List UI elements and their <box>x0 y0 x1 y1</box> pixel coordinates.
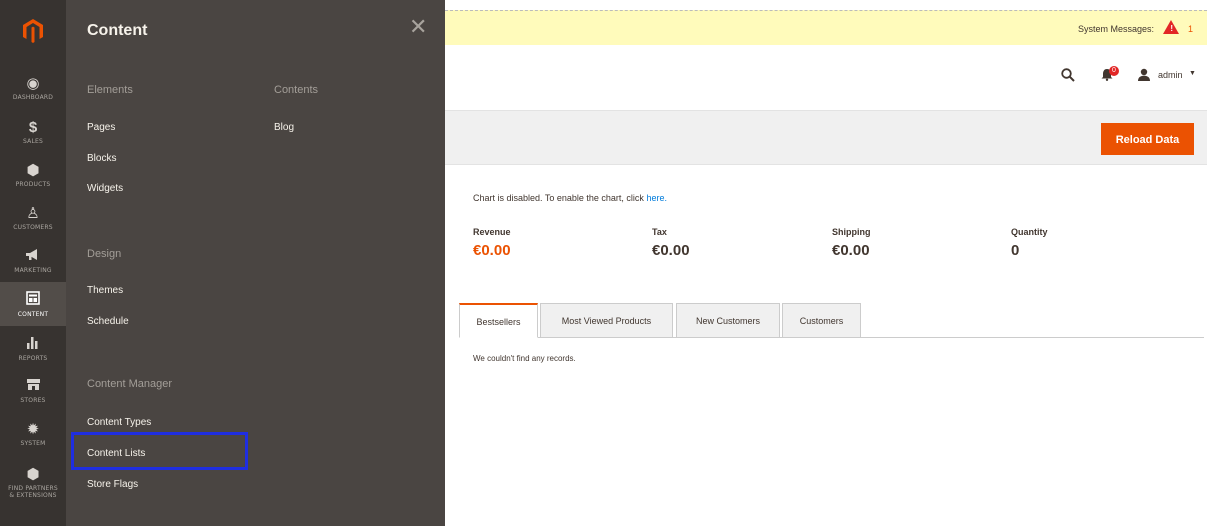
menu-link-content-types[interactable]: Content Types <box>87 417 151 428</box>
tab-customers[interactable]: Customers <box>782 303 861 338</box>
flyout-title: Content <box>87 22 148 39</box>
menu-link-widgets[interactable]: Widgets <box>87 183 123 194</box>
dollar-icon: $ <box>28 118 38 136</box>
person-icon: ♙ <box>26 204 40 222</box>
stat-value-quantity: 0 <box>1011 242 1020 259</box>
chart-note-text: Chart is disabled. To enable the chart, … <box>473 193 644 203</box>
rail-item-stores[interactable]: STORES <box>0 369 66 413</box>
stat-label-revenue: Revenue <box>473 227 511 237</box>
section-title-elements: Elements <box>87 84 133 96</box>
rail-item-label: CUSTOMERS <box>13 223 53 231</box>
system-messages-bar: System Messages: ! 1 <box>445 10 1207 45</box>
user-icon[interactable] <box>1137 68 1151 86</box>
store-icon <box>26 378 41 394</box>
content-lists-highlight <box>71 432 248 470</box>
gear-icon: ✹ <box>26 420 40 438</box>
menu-link-themes[interactable]: Themes <box>87 285 123 296</box>
rail-item-content[interactable]: CONTENT <box>0 282 66 326</box>
rail-item-sales[interactable]: $ SALES <box>0 110 66 154</box>
system-messages-label[interactable]: System Messages: <box>1078 24 1154 34</box>
menu-link-pages[interactable]: Pages <box>87 122 115 133</box>
rail-item-label: FIND PARTNERS & EXTENSIONS <box>8 485 58 499</box>
menu-link-blog[interactable]: Blog <box>274 122 294 133</box>
stat-label-quantity: Quantity <box>1011 227 1048 237</box>
rail-item-find-partners[interactable]: ⬢ FIND PARTNERS & EXTENSIONS <box>0 458 66 508</box>
stat-label-tax: Tax <box>652 227 667 237</box>
menu-link-schedule[interactable]: Schedule <box>87 316 129 327</box>
rail-item-label: DASHBOARD <box>12 93 54 101</box>
partners-icon: ⬢ <box>26 466 40 483</box>
enable-chart-link[interactable]: here. <box>646 193 667 203</box>
stat-value-tax: €0.00 <box>652 242 690 259</box>
rail-item-label: MARKETING <box>14 267 52 274</box>
dashboard-icon: ◉ <box>26 74 40 92</box>
section-title-contents: Contents <box>274 84 319 96</box>
page-actions-bar <box>445 110 1207 165</box>
menu-link-store-flags[interactable]: Store Flags <box>87 479 138 490</box>
section-title-content-manager: Content Manager <box>87 378 172 390</box>
section-title-design: Design <box>87 248 122 260</box>
chevron-down-icon[interactable]: ▼ <box>1189 70 1196 77</box>
bar-chart-icon <box>26 335 40 352</box>
admin-user-label[interactable]: admin <box>1158 70 1183 80</box>
megaphone-icon <box>25 248 41 264</box>
rail-item-label: SYSTEM <box>20 439 46 447</box>
tab-new-customers[interactable]: New Customers <box>676 303 780 338</box>
stat-value-revenue: €0.00 <box>473 242 511 259</box>
tab-most-viewed-products[interactable]: Most Viewed Products <box>540 303 673 338</box>
rail-item-label: SALES <box>23 137 43 145</box>
rail-item-label: REPORTS <box>18 354 48 362</box>
tab-bestsellers[interactable]: Bestsellers <box>459 303 538 338</box>
stat-label-shipping: Shipping <box>832 227 871 237</box>
magento-logo-icon[interactable] <box>0 0 66 62</box>
cube-icon: ⬢ <box>26 161 40 179</box>
rail-item-label: CONTENT <box>17 310 49 318</box>
system-messages-count[interactable]: 1 <box>1188 24 1193 34</box>
rail-item-system[interactable]: ✹ SYSTEM <box>0 412 66 456</box>
search-icon[interactable] <box>1061 68 1075 87</box>
rail-item-reports[interactable]: REPORTS <box>0 326 66 370</box>
close-icon[interactable]: ✕ <box>409 16 427 38</box>
admin-menu-rail: ◉ DASHBOARD $ SALES ⬢ PRODUCTS ♙ CUSTOME… <box>0 0 66 526</box>
stat-value-shipping: €0.00 <box>832 242 870 259</box>
menu-link-blocks[interactable]: Blocks <box>87 153 116 164</box>
rail-item-products[interactable]: ⬢ PRODUCTS <box>0 153 66 197</box>
rail-item-label: PRODUCTS <box>15 180 51 188</box>
rail-item-label: STORES <box>20 397 46 404</box>
content-icon <box>26 290 40 308</box>
notifications-count-badge: 0 <box>1109 66 1119 76</box>
warning-mark: ! <box>1170 24 1173 33</box>
admin-header <box>445 45 1207 109</box>
rail-item-dashboard[interactable]: ◉ DASHBOARD <box>0 66 66 110</box>
rail-item-customers[interactable]: ♙ CUSTOMERS <box>0 196 66 240</box>
reload-data-button[interactable]: Reload Data <box>1101 123 1194 155</box>
empty-records-message: We couldn't find any records. <box>473 354 576 363</box>
rail-item-marketing[interactable]: MARKETING <box>0 239 66 283</box>
chart-disabled-note: Chart is disabled. To enable the chart, … <box>473 193 667 203</box>
